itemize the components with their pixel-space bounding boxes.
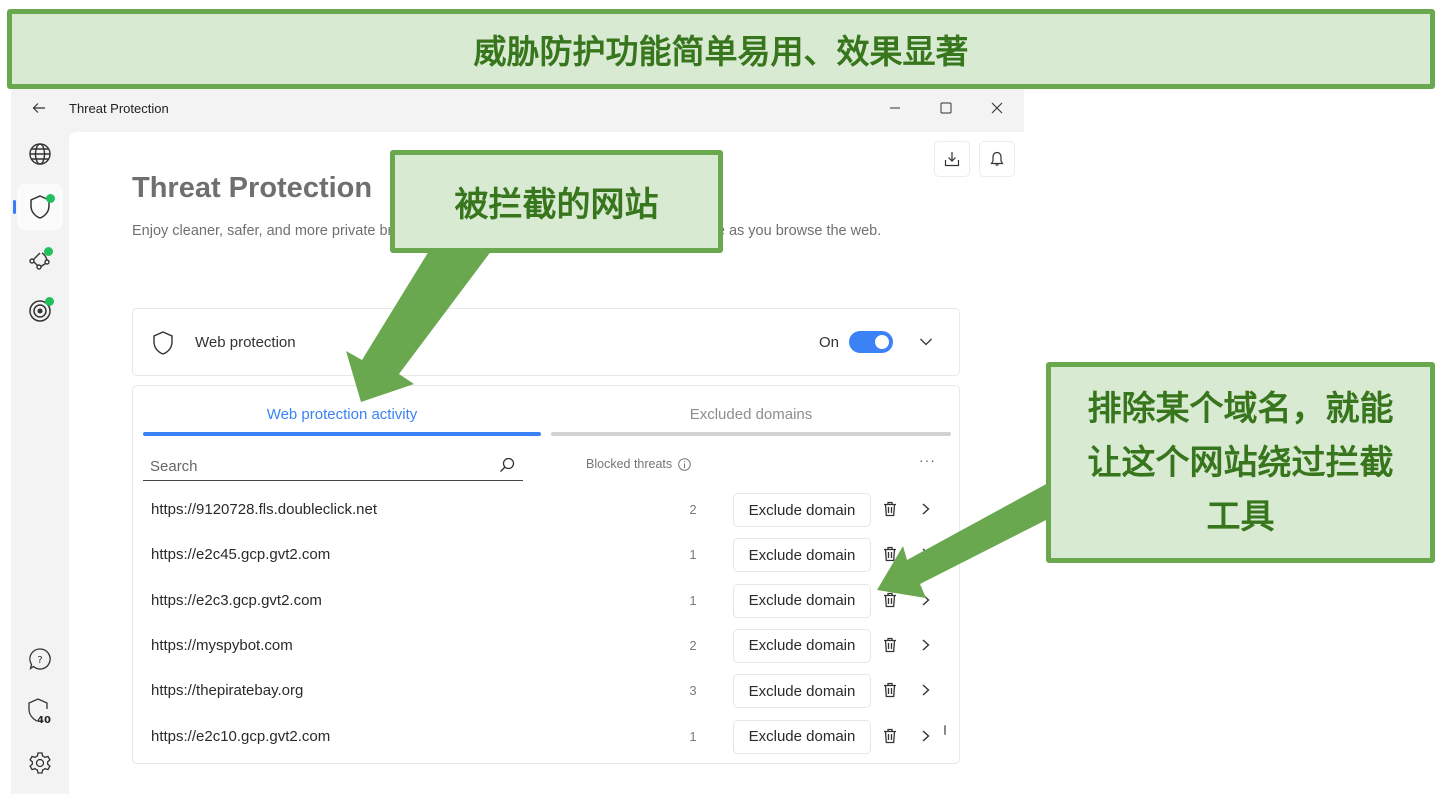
annotation-banner: 威胁防护功能简单易用、效果显著 (7, 9, 1435, 89)
tab-underline-inactive (551, 432, 951, 436)
bell-icon (990, 151, 1004, 166)
sidebar-item-dark-web-monitor[interactable] (17, 288, 63, 334)
status-dot (46, 194, 55, 203)
table-row: https://9120728.fls.doubleclick.net 2 Excl… (133, 488, 959, 533)
trash-icon[interactable] (883, 637, 897, 653)
minimize-button[interactable] (875, 94, 915, 122)
table-row: https://e2c45.gcp.gvt2.com 1 Exclude domai… (133, 533, 959, 578)
expand-button[interactable] (915, 331, 937, 353)
annotation-callout-blocked-sites: 被拦截的网站 (390, 150, 723, 253)
trash-icon[interactable] (883, 728, 897, 744)
chevron-right-icon[interactable] (921, 637, 931, 653)
exclude-domain-button[interactable]: Exclude domain (733, 538, 871, 573)
blocked-url: https://myspybot.com (151, 636, 293, 654)
sidebar-item-meshnet[interactable] (17, 237, 63, 283)
blocked-count: 2 (689, 637, 697, 653)
help-bubble-icon: ? (29, 648, 51, 670)
tab-web-protection-activity[interactable]: Web protection activity (143, 406, 541, 423)
trash-icon[interactable] (883, 592, 897, 608)
back-button[interactable] (27, 96, 51, 120)
sidebar-item-threat-protection[interactable] (13, 184, 63, 230)
blocked-count: 3 (689, 683, 697, 699)
toggle-state-label: On (819, 334, 840, 351)
download-button[interactable] (934, 141, 970, 177)
activity-card: Web protection activity Excluded domains… (132, 385, 960, 764)
status-dot (45, 297, 54, 306)
sidebar-item-settings[interactable] (17, 740, 63, 786)
exclude-domain-button[interactable]: Exclude domain (733, 493, 871, 527)
blocked-url: https://e2c3.gcp.gvt2.com (151, 591, 322, 609)
chevron-right-icon[interactable] (921, 592, 931, 608)
table-row: https://e2c3.gcp.gvt2.com 1 Exclude domain (133, 579, 959, 624)
chevron-down-icon (920, 338, 932, 346)
blocked-url: https://e2c10.gcp.gvt2.com (151, 727, 331, 745)
exclude-domain-button[interactable]: Exclude domain (733, 628, 871, 663)
blocked-count: 1 (689, 728, 697, 744)
exclude-domain-button[interactable]: Exclude domain (733, 719, 871, 754)
table-row: https://e2c10.gcp.gvt2.com 1 Exclude domai… (133, 715, 959, 760)
page-title: Threat Protection (132, 172, 373, 204)
shield-icon (153, 331, 173, 355)
svg-text:40: 40 (37, 715, 51, 725)
web-protection-label: Web protection (195, 334, 296, 351)
globe-icon (29, 143, 51, 165)
svg-text:?: ? (37, 655, 42, 666)
tab-underline-active (143, 432, 541, 436)
maximize-icon (940, 102, 952, 114)
blocked-url: https://thepiratebay.org (151, 682, 304, 700)
blocked-url: https://9120728.fls.doubleclick.net (151, 501, 377, 518)
trash-icon[interactable] (883, 682, 897, 698)
chevron-right-icon[interactable] (921, 682, 931, 698)
table-row: https://myspybot.com 2 Exclude domain (133, 624, 959, 669)
chevron-right-icon[interactable] (921, 546, 931, 562)
scrollbar[interactable] (944, 725, 946, 735)
annotation-callout-exclude-domain: 排除某个域名，就能让这个网站绕过拦截工具 (1046, 362, 1435, 563)
search-box (143, 452, 523, 481)
blocked-count: 1 (689, 592, 697, 608)
table-row: https://thepiratebay.org 3 Exclude domain (133, 669, 959, 714)
trash-icon[interactable] (883, 546, 897, 562)
blocked-url: https://e2c45.gcp.gvt2.com (151, 546, 331, 564)
tab-excluded-domains[interactable]: Excluded domains (551, 406, 951, 423)
arrow-left-icon (32, 103, 45, 113)
status-dot (44, 247, 53, 256)
notifications-button[interactable] (979, 141, 1015, 177)
exclude-domain-button[interactable]: Exclude domain (733, 583, 871, 618)
close-icon (991, 102, 1003, 114)
sidebar-item-vpn[interactable] (17, 131, 63, 177)
trash-icon[interactable] (883, 501, 897, 517)
blocked-threats-header: Blocked threats (586, 457, 691, 471)
banner-text: 威胁防护功能简单易用、效果显著 (473, 32, 969, 71)
close-button[interactable] (977, 94, 1017, 122)
sidebar-item-protection-score[interactable]: 40 (17, 688, 63, 734)
toggle-knob (875, 335, 889, 349)
active-indicator (13, 200, 16, 214)
blocked-threats-label: Blocked threats (586, 457, 673, 471)
shield-score-icon: 40 (28, 698, 51, 725)
download-icon (944, 152, 960, 167)
gear-icon (29, 752, 51, 774)
minimize-icon (890, 107, 900, 109)
maximize-button[interactable] (926, 94, 966, 122)
exclude-domain-button[interactable]: Exclude domain (733, 674, 871, 709)
chevron-right-icon[interactable] (921, 501, 931, 517)
chevron-right-icon[interactable] (921, 728, 931, 744)
search-input[interactable] (143, 452, 482, 480)
window-title: Threat Protection (69, 101, 169, 116)
blocked-count: 1 (689, 547, 697, 563)
more-options-button[interactable]: ··· (919, 452, 936, 468)
info-icon[interactable] (678, 457, 691, 471)
web-protection-toggle[interactable] (849, 331, 893, 353)
sidebar-item-help[interactable]: ? (17, 636, 63, 682)
callout-text: 排除某个域名，就能让这个网站绕过拦截工具 (1087, 388, 1394, 537)
blocked-count: 2 (689, 502, 697, 517)
search-icon[interactable] (499, 457, 515, 473)
title-bar: Threat Protection (11, 88, 1024, 130)
web-protection-card: Web protection On (132, 308, 960, 376)
